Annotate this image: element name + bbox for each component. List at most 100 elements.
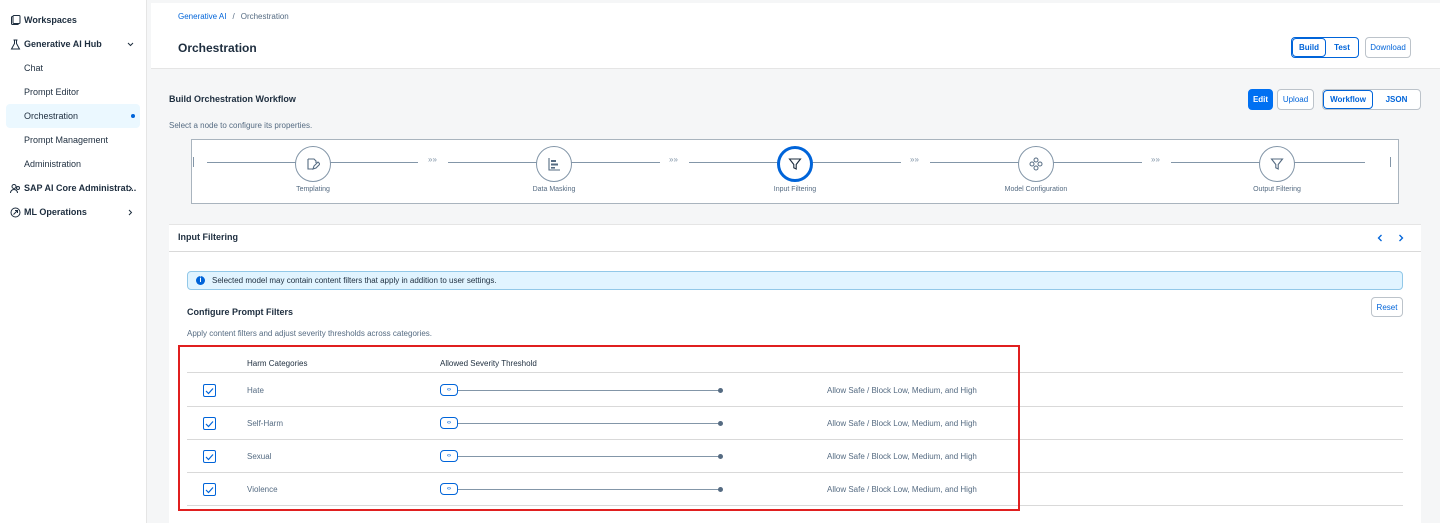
- build-test-toggle: Build Test: [1291, 37, 1359, 58]
- category-name: Hate: [247, 386, 264, 395]
- page-title: Orchestration: [178, 41, 257, 55]
- sidebar-item-prompt-editor[interactable]: Prompt Editor: [0, 80, 146, 104]
- workflow-node-label: Model Configuration: [1004, 186, 1068, 193]
- category-checkbox[interactable]: [203, 450, 216, 463]
- threshold-status: Allow Safe / Block Low, Medium, and High: [827, 419, 977, 428]
- checkmark-icon: [205, 420, 214, 427]
- category-checkbox[interactable]: [203, 384, 216, 397]
- chevron-right-icon[interactable]: [125, 183, 135, 193]
- sidebar-item-orchestration[interactable]: Orchestration: [6, 104, 140, 128]
- workflow-node-templating[interactable]: [295, 146, 331, 182]
- workflow-node-label: Data Masking: [532, 186, 576, 193]
- severity-slider-end: [718, 487, 723, 492]
- workflow-start-marker: [193, 157, 194, 167]
- tab-test[interactable]: Test: [1326, 38, 1358, 57]
- config-title: Configure Prompt Filters: [187, 307, 294, 317]
- sidebar: Workspaces Generative AI Hub Chat Prompt…: [0, 0, 147, 523]
- sidebar-item-label: Chat: [24, 63, 44, 73]
- checkmark-icon: [205, 453, 214, 460]
- workflow-subtitle: Select a node to configure its propertie…: [169, 121, 313, 130]
- input-filtering-panel: Input Filtering i Selected model may con…: [169, 224, 1421, 523]
- tab-json[interactable]: JSON: [1373, 90, 1420, 109]
- category-name: Sexual: [247, 452, 272, 461]
- severity-slider-end: [718, 388, 723, 393]
- flow-arrow-icon: »»: [910, 155, 919, 164]
- severity-slider-track[interactable]: [457, 489, 721, 490]
- sidebar-item-ml-operations[interactable]: ML Operations: [0, 200, 146, 224]
- workflow-node-label: Output Filtering: [1253, 186, 1301, 193]
- sidebar-item-label: Orchestration: [24, 111, 79, 121]
- column-header-harm-categories: Harm Categories: [247, 359, 308, 368]
- category-checkbox[interactable]: [203, 483, 216, 496]
- info-icon: i: [196, 276, 205, 285]
- view-mode-toggle: Workflow JSON: [1322, 89, 1421, 110]
- workflow-canvas: »» »» »» »» Templating Data Masking Inpu…: [191, 139, 1399, 204]
- severity-slider-end: [718, 421, 723, 426]
- table-row: Violence ‹› Allow Safe / Block Low, Medi…: [187, 473, 1403, 506]
- table-row: Hate ‹› Allow Safe / Block Low, Medium, …: [187, 374, 1403, 407]
- severity-slider-track[interactable]: [457, 456, 721, 457]
- workflow-node-label: Input Filtering: [773, 186, 817, 193]
- edit-button[interactable]: Edit: [1248, 89, 1273, 110]
- sidebar-item-label: SAP AI Core Administrat...: [24, 183, 137, 193]
- threshold-status: Allow Safe / Block Low, Medium, and High: [827, 386, 977, 395]
- chevron-left-icon[interactable]: [1375, 233, 1385, 243]
- threshold-status: Allow Safe / Block Low, Medium, and High: [827, 452, 977, 461]
- chevron-down-icon[interactable]: [125, 39, 135, 49]
- people-icon: [9, 182, 21, 194]
- tab-build[interactable]: Build: [1292, 38, 1326, 57]
- workflow-node-label: Templating: [296, 186, 330, 193]
- workflow-node-data-masking[interactable]: [536, 146, 572, 182]
- checkmark-icon: [205, 486, 214, 493]
- severity-slider-handle[interactable]: ‹›: [440, 384, 458, 396]
- chevron-right-icon[interactable]: [125, 207, 135, 217]
- breadcrumb-separator: /: [232, 12, 235, 21]
- workflow-node-input-filtering[interactable]: [777, 146, 813, 182]
- severity-slider-end: [718, 454, 723, 459]
- category-checkbox[interactable]: [203, 417, 216, 430]
- config-subtitle: Apply content filters and adjust severit…: [187, 329, 433, 338]
- table-row: Self-Harm ‹› Allow Safe / Block Low, Med…: [187, 407, 1403, 440]
- tab-workflow[interactable]: Workflow: [1323, 90, 1373, 109]
- severity-slider-handle[interactable]: ‹›: [440, 417, 458, 429]
- genai-hub-icon: [9, 38, 21, 50]
- sidebar-item-label: ML Operations: [24, 207, 87, 217]
- category-name: Violence: [247, 485, 278, 494]
- flow-arrow-icon: »»: [1151, 155, 1160, 164]
- active-indicator-dot: [131, 114, 135, 118]
- data-masking-icon: [548, 158, 560, 171]
- workspaces-icon: [9, 14, 21, 26]
- category-name: Self-Harm: [247, 419, 284, 428]
- model-config-icon: [1029, 157, 1043, 171]
- severity-slider-track[interactable]: [457, 423, 721, 424]
- sidebar-item-sap-ai-core-administration[interactable]: SAP AI Core Administrat...: [0, 176, 146, 200]
- workflow-end-marker: [1390, 157, 1391, 167]
- flow-arrow-icon: »»: [428, 155, 437, 164]
- breadcrumb-current: Orchestration: [240, 12, 289, 21]
- severity-slider-handle[interactable]: ‹›: [440, 483, 458, 495]
- column-header-severity-threshold: Allowed Severity Threshold: [440, 359, 537, 368]
- breadcrumb-link-generative-ai[interactable]: Generative AI: [178, 12, 226, 21]
- sidebar-item-workspaces[interactable]: Workspaces: [0, 8, 146, 32]
- sidebar-item-administration[interactable]: Administration: [0, 152, 146, 176]
- chevron-right-icon[interactable]: [1396, 233, 1406, 243]
- workflow-node-output-filtering[interactable]: [1259, 146, 1295, 182]
- workflow-node-model-configuration[interactable]: [1018, 146, 1054, 182]
- sidebar-item-label: Prompt Management: [24, 135, 109, 145]
- sidebar-item-label: Prompt Editor: [24, 87, 80, 97]
- threshold-status: Allow Safe / Block Low, Medium, and High: [827, 485, 977, 494]
- ml-ops-icon: [9, 206, 21, 218]
- reset-button[interactable]: Reset: [1371, 297, 1403, 317]
- sidebar-item-label: Administration: [24, 159, 82, 169]
- sidebar-item-chat[interactable]: Chat: [0, 56, 146, 80]
- severity-slider-track[interactable]: [457, 390, 721, 391]
- table-header: Harm Categories Allowed Severity Thresho…: [187, 353, 1403, 373]
- download-button[interactable]: Download: [1365, 37, 1411, 58]
- upload-button[interactable]: Upload: [1277, 89, 1314, 110]
- sidebar-item-prompt-management[interactable]: Prompt Management: [0, 128, 146, 152]
- templating-icon: [307, 158, 320, 170]
- sidebar-item-label: Workspaces: [24, 15, 77, 25]
- sidebar-item-generative-ai-hub[interactable]: Generative AI Hub: [0, 32, 146, 56]
- severity-slider-handle[interactable]: ‹›: [440, 450, 458, 462]
- page-header: Generative AI / Orchestration Orchestrat…: [151, 3, 1440, 69]
